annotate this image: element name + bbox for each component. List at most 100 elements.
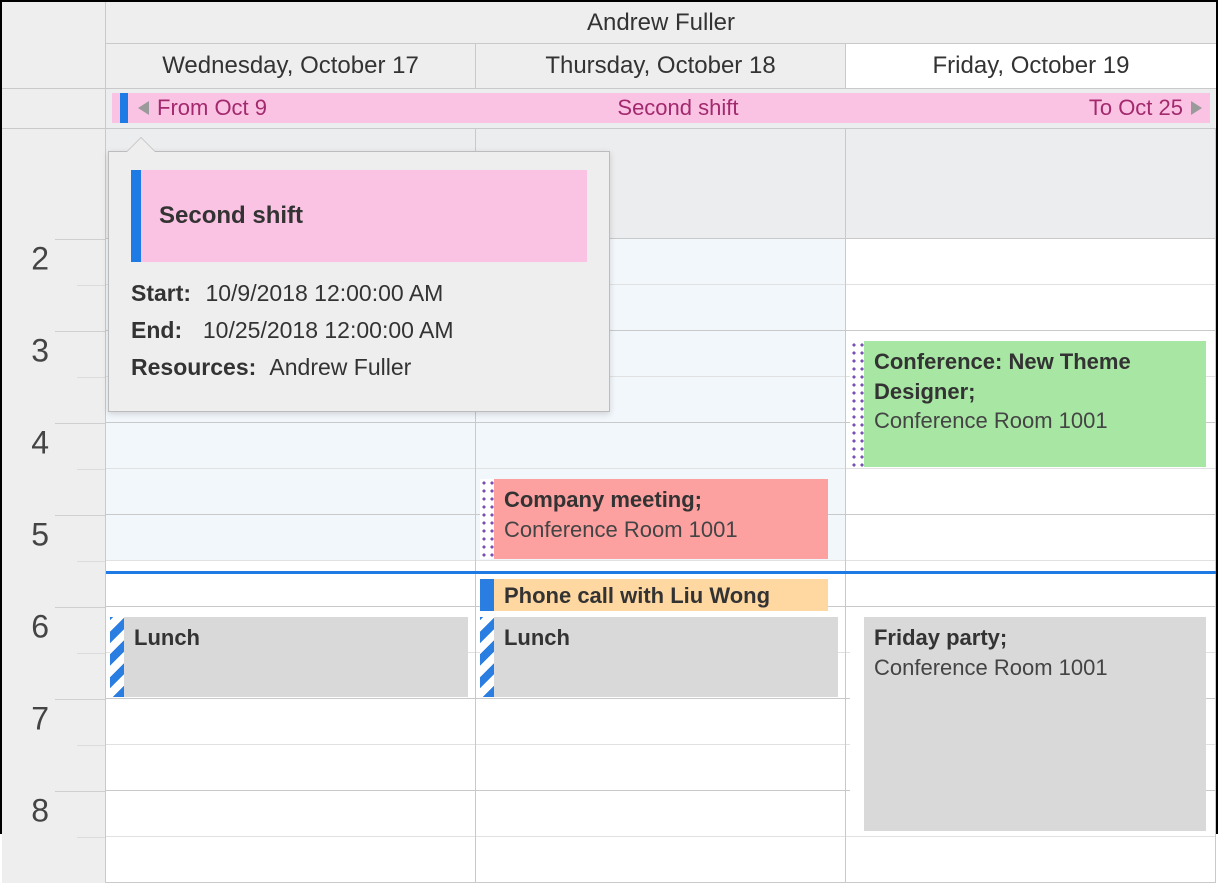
time-slot[interactable] (476, 423, 845, 469)
appointment-status-oof (110, 617, 124, 697)
tooltip-res-label: Resources: (131, 354, 256, 380)
time-slot[interactable] (106, 469, 475, 515)
tooltip-subject-box: Second shift (131, 170, 587, 262)
time-slot[interactable] (476, 837, 845, 883)
day-header-row: Wednesday, October 17 Thursday, October … (106, 44, 1216, 89)
day-header-label: Thursday, October 18 (545, 52, 775, 80)
time-slot[interactable] (846, 239, 1215, 285)
appointment-content: Phone call with Liu Wong (494, 579, 828, 611)
banner-from: From Oct 9 (138, 95, 267, 121)
appointment-tooltip: Second shift Start: 10/9/2018 12:00:00 A… (108, 151, 610, 412)
all-day-extra-strip (846, 129, 1215, 239)
appointment-content: Lunch (124, 617, 468, 697)
scheduler: Andrew Fuller Wednesday, October 17 Thur… (2, 2, 1216, 832)
time-slot[interactable] (106, 791, 475, 837)
arrow-left-icon (138, 101, 149, 115)
day-header-label: Wednesday, October 17 (162, 52, 419, 80)
appointment-conference[interactable]: Conference: New Theme Designer; Conferen… (850, 341, 1206, 467)
time-slot[interactable] (106, 699, 475, 745)
appointment-company-meeting[interactable]: Company meeting; Conference Room 1001 (480, 479, 828, 559)
time-slot[interactable] (476, 699, 845, 745)
tooltip-status-bar (131, 170, 141, 262)
time-slot[interactable] (846, 285, 1215, 331)
time-slot[interactable] (106, 745, 475, 791)
ruler-tick (55, 331, 105, 332)
tooltip-arrow-icon (127, 138, 155, 152)
appointment-lunch-thu[interactable]: Lunch (480, 617, 838, 697)
day-header-label: Friday, October 19 (933, 52, 1130, 80)
tooltip-start-row: Start: 10/9/2018 12:00:00 AM (131, 280, 587, 307)
arrow-right-icon (1191, 101, 1202, 115)
appointment-status-tentative (480, 479, 494, 559)
day-header-wed[interactable]: Wednesday, October 17 (106, 44, 476, 89)
appointment-content: Conference: New Theme Designer; Conferen… (864, 341, 1206, 467)
ruler-tick (55, 239, 105, 240)
hour-label: 3 (31, 333, 49, 370)
banner-from-text: From Oct 9 (157, 95, 267, 121)
tooltip-end-row: End: 10/25/2018 12:00:00 AM (131, 317, 587, 344)
appointment-title: Friday party; (874, 623, 1196, 653)
tooltip-end-value: 10/25/2018 12:00:00 AM (203, 317, 454, 343)
time-slot[interactable] (846, 561, 1215, 607)
appointment-content: Company meeting; Conference Room 1001 (494, 479, 828, 559)
ruler-tick (77, 377, 105, 378)
time-slot[interactable] (846, 515, 1215, 561)
appointment-status-bar (120, 93, 128, 123)
hour-label: 7 (31, 701, 49, 738)
ruler-tick (55, 699, 105, 700)
time-slot[interactable] (106, 423, 475, 469)
appointment-title: Lunch (504, 623, 828, 653)
appointment-status-busy (480, 579, 494, 611)
appointment-title: Company meeting; (504, 485, 818, 515)
ruler-tick (77, 653, 105, 654)
banner-to-text: To Oct 25 (1089, 95, 1183, 121)
all-day-area[interactable]: From Oct 9 Second shift To Oct 25 (106, 89, 1216, 129)
tooltip-end-label: End: (131, 317, 182, 343)
appointment-title: Lunch (134, 623, 458, 653)
resource-name: Andrew Fuller (587, 9, 735, 37)
appointment-status-free (850, 617, 864, 831)
appointment-title: Conference: New Theme Designer; (874, 347, 1196, 406)
hour-label: 5 (31, 517, 49, 554)
time-slot[interactable] (846, 469, 1215, 515)
ruler-tick (77, 469, 105, 470)
appointment-status-oof (480, 617, 494, 697)
tooltip-resources-row: Resources: Andrew Fuller (131, 354, 587, 381)
ruler-tick (77, 837, 105, 838)
tooltip-start-label: Start: (131, 280, 191, 306)
ruler-tick (55, 515, 105, 516)
ruler-tick (77, 745, 105, 746)
ruler-tick (55, 607, 105, 608)
tooltip-subject: Second shift (141, 202, 303, 230)
time-slot[interactable] (846, 837, 1215, 883)
ruler-tick (55, 791, 105, 792)
hour-label: 6 (31, 609, 49, 646)
ruler-tick (77, 561, 105, 562)
all-day-ruler-cell (2, 89, 106, 129)
day-header-thu[interactable]: Thursday, October 18 (476, 44, 846, 89)
appointment-lunch-wed[interactable]: Lunch (110, 617, 468, 697)
banner-to: To Oct 25 (1089, 95, 1202, 121)
tooltip-start-value: 10/9/2018 12:00:00 AM (205, 280, 443, 306)
time-slot[interactable] (106, 561, 475, 607)
appointment-content: Friday party; Conference Room 1001 (864, 617, 1206, 831)
hour-label: 2 (31, 241, 49, 278)
time-ruler: 2345678 (2, 129, 106, 883)
ruler-header-corner (2, 2, 106, 89)
time-slot[interactable] (106, 837, 475, 883)
resource-header: Andrew Fuller (106, 2, 1216, 44)
appointment-friday-party[interactable]: Friday party; Conference Room 1001 (850, 617, 1206, 831)
time-slot[interactable] (476, 791, 845, 837)
time-slot[interactable] (106, 515, 475, 561)
all-day-appointment-second-shift[interactable]: From Oct 9 Second shift To Oct 25 (112, 93, 1210, 123)
banner-title: Second shift (267, 95, 1089, 121)
tooltip-res-value: Andrew Fuller (269, 354, 411, 380)
day-body: Second shift Start: 10/9/2018 12:00:00 A… (106, 129, 1216, 883)
appointment-location: Conference Room 1001 (504, 515, 818, 545)
appointment-status-tentative (850, 341, 864, 467)
current-time-indicator (106, 571, 1216, 574)
appointment-phone-call[interactable]: Phone call with Liu Wong (480, 579, 828, 611)
time-slot[interactable] (476, 745, 845, 791)
day-header-fri[interactable]: Friday, October 19 (846, 44, 1216, 89)
appointment-title: Phone call with Liu Wong (504, 581, 818, 611)
